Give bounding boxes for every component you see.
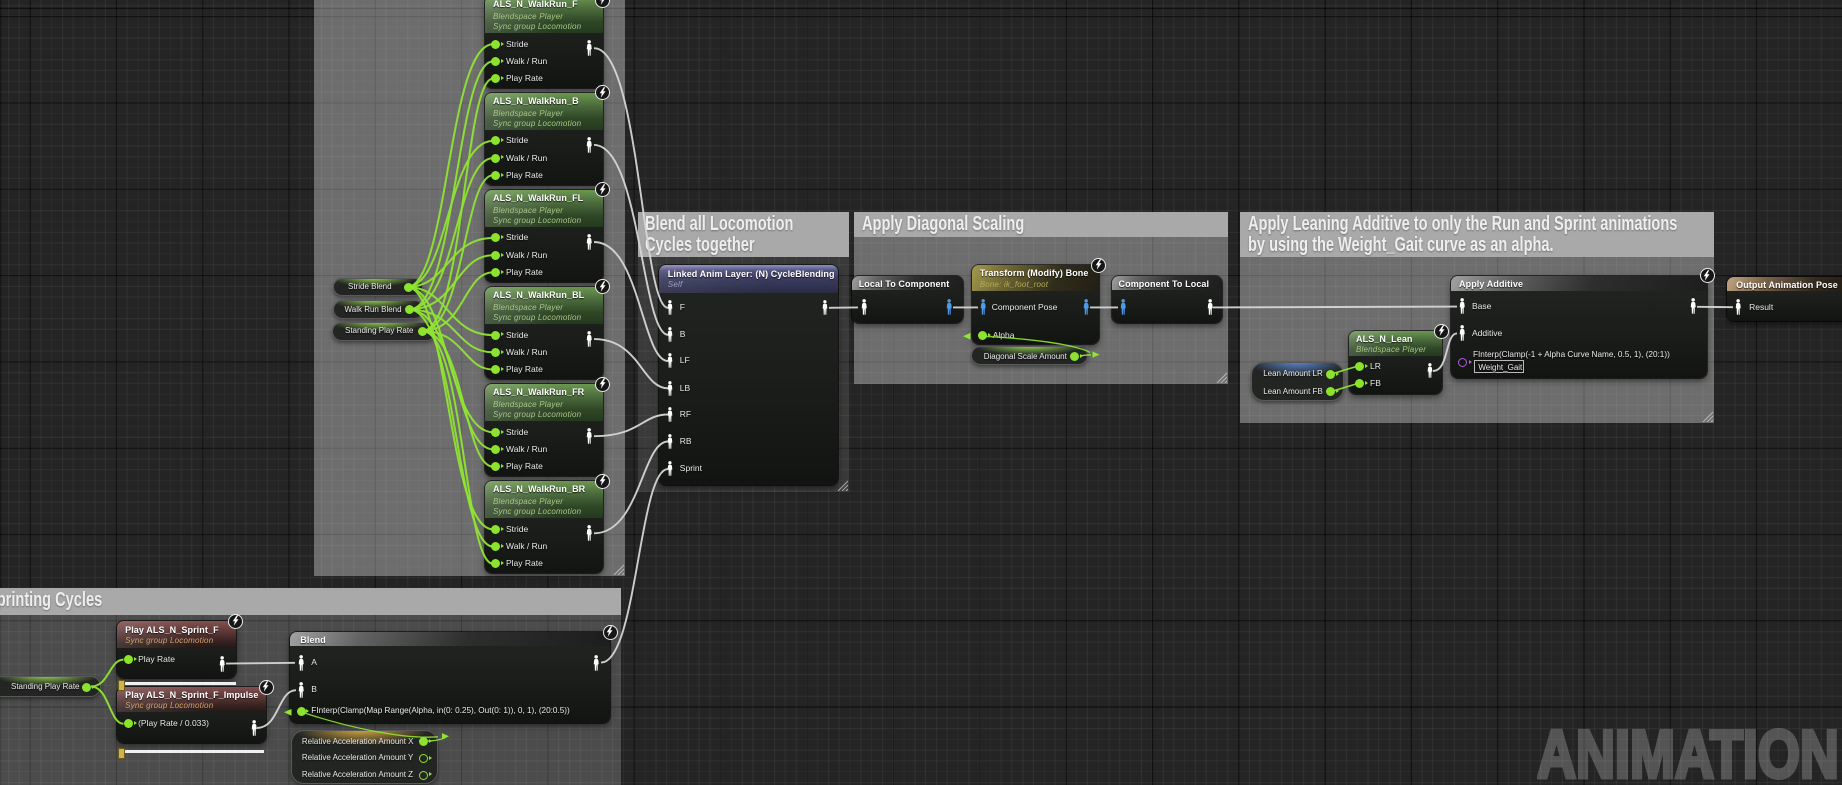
svg-text:ANIMATION: ANIMATION — [1537, 717, 1838, 785]
